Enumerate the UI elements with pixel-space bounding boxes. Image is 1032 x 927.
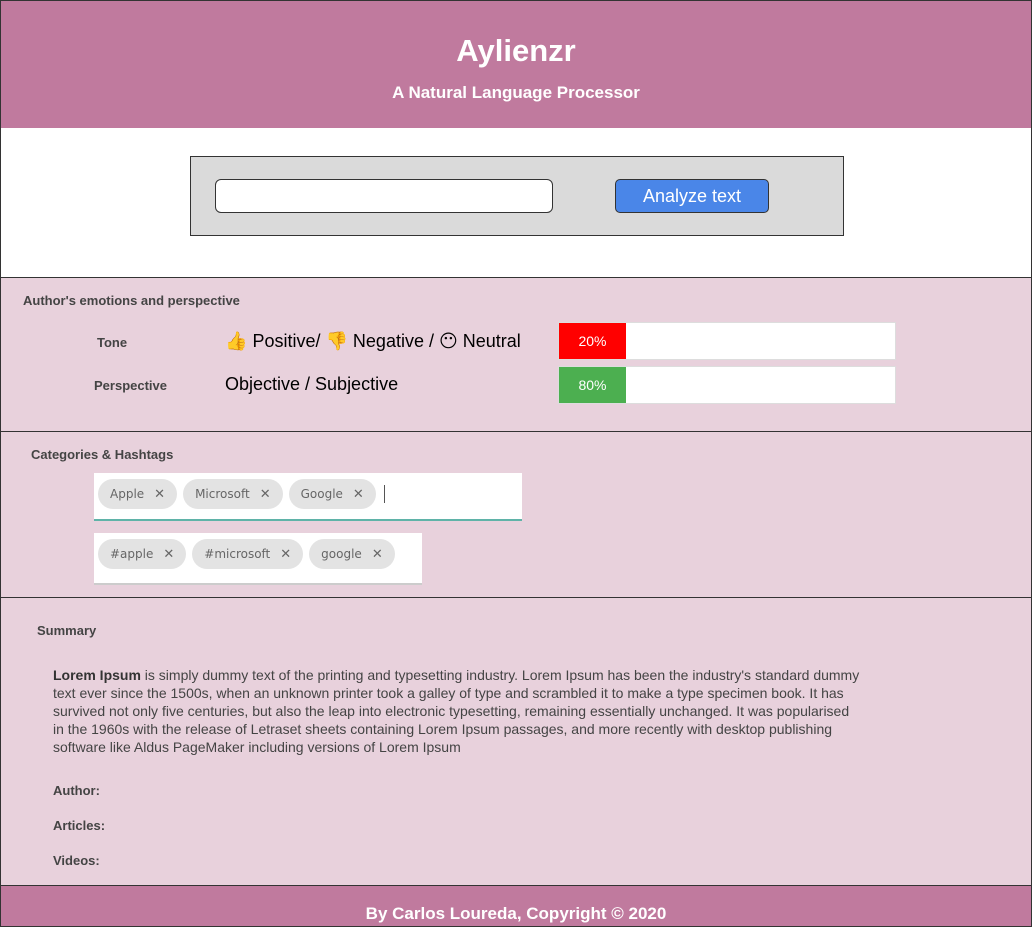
perspective-progress-fill: 80% <box>559 367 626 403</box>
neutral-face-icon: 😶 <box>438 331 458 352</box>
tone-progress-bar: 20% <box>558 322 896 360</box>
remove-tag-icon[interactable]: ✕ <box>154 487 165 502</box>
perspective-label: Perspective <box>94 378 167 393</box>
tone-progress-fill: 20% <box>559 323 626 359</box>
tag-chip: Apple ✕ <box>98 479 178 509</box>
app-subtitle: A Natural Language Processor <box>392 83 640 102</box>
emotions-section-title: Author's emotions and perspective <box>23 293 240 308</box>
hashtag-chip-label: google <box>321 547 362 561</box>
articles-label: Articles: <box>53 818 106 833</box>
text-input[interactable] <box>215 179 553 213</box>
remove-hashtag-icon[interactable]: ✕ <box>372 547 383 562</box>
hashtag-chip-label: #apple <box>110 547 154 561</box>
perspective-progress-bar: 80% <box>558 366 896 404</box>
category-tag-input[interactable]: Apple ✕ Microsoft ✕ Google ✕ <box>94 473 522 521</box>
hashtag-chip: #microsoft ✕ <box>192 539 304 569</box>
remove-tag-icon[interactable]: ✕ <box>353 487 364 502</box>
remove-hashtag-icon[interactable]: ✕ <box>163 547 174 562</box>
tone-neutral: Neutral <box>462 331 521 351</box>
hashtag-input[interactable]: #apple ✕ #microsoft ✕ google ✕ <box>94 533 422 585</box>
summary-section: Summary Lorem Ipsum is simply dummy text… <box>0 597 1032 886</box>
emotions-section: Author's emotions and perspective Tone 👍… <box>0 277 1032 432</box>
tag-chip-label: Google <box>300 487 343 501</box>
categories-section: Categories & Hashtags Apple ✕ Microsoft ✕ Go… <box>0 431 1032 598</box>
hashtag-chip: #apple ✕ <box>98 539 187 569</box>
tag-chip: Microsoft ✕ <box>183 479 283 509</box>
summary-body: is simply dummy text of the printing and… <box>53 667 860 755</box>
categories-section-title: Categories & Hashtags <box>31 447 174 462</box>
tag-chip-label: Apple <box>110 487 145 501</box>
input-section: Analyze text <box>0 128 1032 278</box>
summary-section-title: Summary <box>37 623 97 638</box>
thumbs-up-icon: 👍 <box>225 331 248 352</box>
footer: By Carlos Loureda, Copyright © 2020 <box>0 885 1032 927</box>
tone-positive: Positive/ <box>252 331 321 351</box>
app-title: Aylienzr <box>456 33 576 68</box>
footer-copyright: By Carlos Loureda, Copyright © 2020 <box>365 904 667 923</box>
perspective-value: Objective / Subjective <box>225 374 399 394</box>
remove-tag-icon[interactable]: ✕ <box>260 487 271 502</box>
hashtag-chip: google ✕ <box>309 539 395 569</box>
tone-value: 👍 Positive/ 👎 Negative / 😶 Neutral <box>225 331 521 352</box>
text-cursor <box>383 484 385 503</box>
remove-hashtag-icon[interactable]: ✕ <box>280 547 291 562</box>
tag-chip: Google ✕ <box>288 479 376 509</box>
tone-negative: Negative / <box>352 331 434 351</box>
hashtag-chip-label: #microsoft <box>204 547 271 561</box>
thumbs-down-icon: 👎 <box>325 331 348 352</box>
analyze-form: Analyze text <box>190 156 844 236</box>
videos-label: Videos: <box>53 853 100 868</box>
tone-label: Tone <box>97 335 128 350</box>
author-label: Author: <box>53 783 100 798</box>
analyze-text-button[interactable]: Analyze text <box>615 179 769 213</box>
app-header: Aylienzr A Natural Language Processor <box>0 0 1032 129</box>
summary-text: Lorem Ipsum is simply dummy text of the … <box>53 666 863 756</box>
summary-lead: Lorem Ipsum <box>53 667 141 683</box>
tag-chip-label: Microsoft <box>195 487 250 501</box>
